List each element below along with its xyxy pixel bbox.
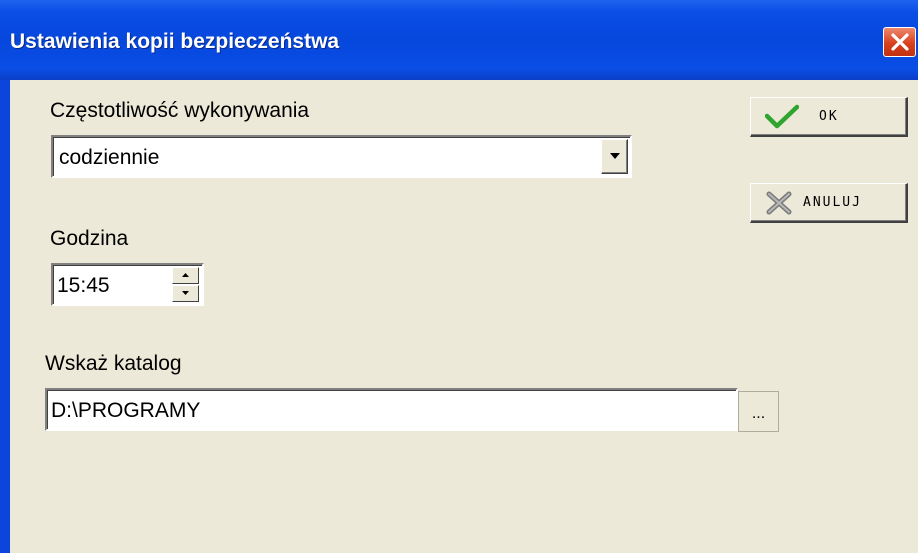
dropdown-button[interactable] (601, 139, 628, 174)
arrow-up-icon (182, 273, 189, 277)
directory-value: D:\PROGRAMY (51, 399, 201, 422)
time-value: 15:45 (57, 274, 110, 297)
ok-button-label: OK (819, 109, 839, 124)
frequency-label: Częstotliwość wykonywania (50, 99, 310, 122)
cancel-button-label: ANULUJ (803, 195, 862, 210)
directory-field[interactable]: D:\PROGRAMY (45, 388, 738, 431)
frequency-dropdown[interactable]: codziennie (51, 135, 632, 178)
time-label: Godzina (50, 227, 129, 250)
ok-button[interactable]: OK (750, 97, 908, 137)
cancel-button[interactable]: ANULUJ (750, 183, 908, 223)
directory-label: Wskaż katalog (45, 352, 182, 375)
checkmark-icon (765, 104, 799, 129)
dialog-body: Częstotliwość wykonywania codziennie God… (10, 80, 918, 553)
browse-button[interactable]: ... (738, 391, 779, 432)
dialog-window: Ustawienia kopii bezpieczeństwa Częstotl… (0, 0, 918, 553)
time-stepper[interactable]: 15:45 (51, 263, 204, 306)
chevron-down-icon (610, 153, 620, 159)
time-increment-button[interactable] (172, 267, 199, 284)
time-decrement-button[interactable] (172, 285, 199, 302)
window-title: Ustawienia kopii bezpieczeństwa (10, 30, 340, 53)
arrow-down-icon (182, 291, 189, 295)
cross-icon (766, 191, 792, 215)
frequency-selected-value: codziennie (59, 146, 160, 169)
close-icon (891, 33, 909, 51)
title-bar[interactable]: Ustawienia kopii bezpieczeństwa (0, 0, 918, 80)
close-button[interactable] (883, 27, 916, 57)
